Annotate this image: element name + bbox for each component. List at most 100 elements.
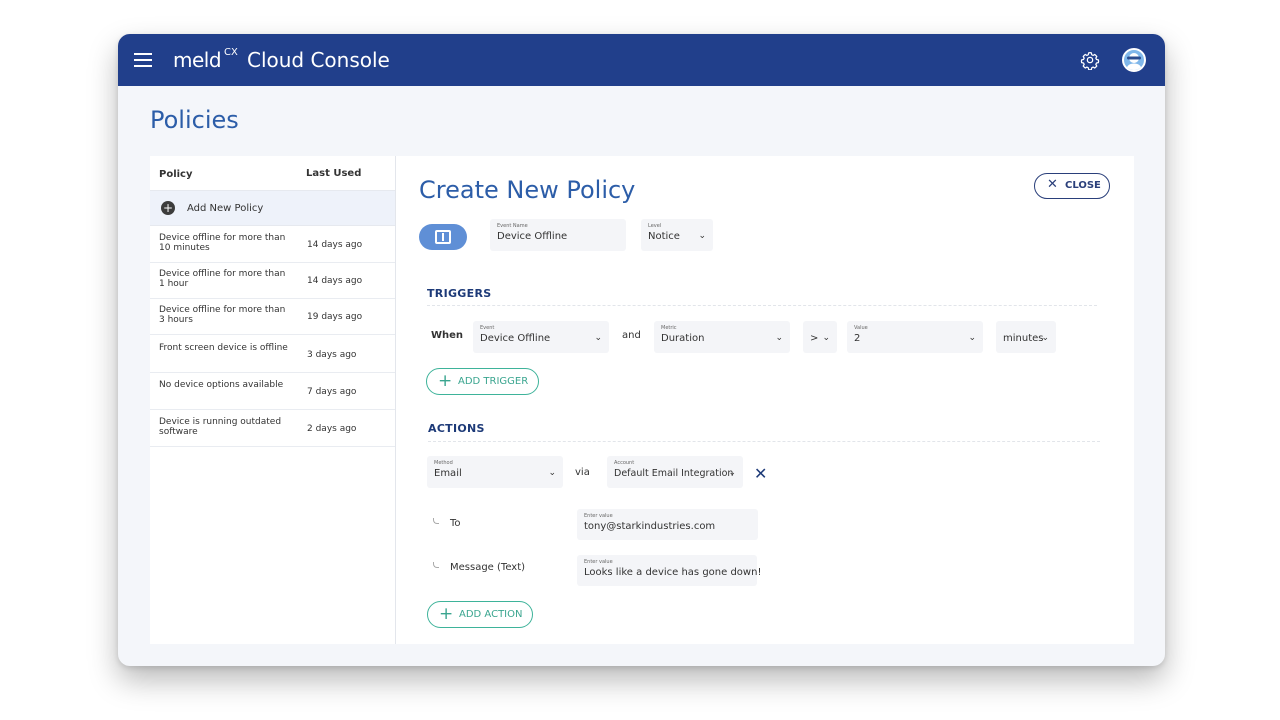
chevron-down-icon: ⌄ <box>728 468 736 478</box>
via-label: via <box>575 467 590 478</box>
to-label: To <box>450 518 461 529</box>
policy-list: Policy Last Used + Add New Policy Device… <box>150 156 396 644</box>
app-window: meld CX Cloud Console Policies Policy Las… <box>118 34 1165 666</box>
policy-name: Device is running outdated software <box>159 417 282 437</box>
action-method-value: Email <box>434 468 462 479</box>
chevron-down-icon: ⌄ <box>698 231 706 241</box>
trigger-value-value: 2 <box>854 333 861 344</box>
policy-list-header: Policy Last Used <box>150 156 395 191</box>
message-field[interactable]: Enter value Looks like a device has gone… <box>577 555 761 586</box>
action-method-select[interactable]: Method Email ⌄ <box>427 456 563 488</box>
message-label: Message (Text) <box>450 562 526 573</box>
brand-logo-superscript: CX <box>224 47 238 58</box>
chevron-down-icon: ⌄ <box>775 333 783 343</box>
chevron-down-icon: ⌄ <box>822 333 830 343</box>
list-item[interactable]: Device offline for more than 10 minutes … <box>150 227 395 263</box>
trigger-metric-select[interactable]: Metric Duration ⌄ <box>654 321 790 353</box>
policy-last-used: 3 days ago <box>307 350 357 360</box>
trigger-value-label: Value <box>854 325 868 331</box>
action-account-value: Default Email Integration <box>614 468 734 479</box>
trigger-metric-value: Duration <box>661 333 705 344</box>
when-label: When <box>431 330 464 341</box>
actions-heading: ACTIONS <box>428 422 485 435</box>
user-face-icon <box>1126 53 1142 70</box>
list-item[interactable]: Device offline for more than 3 hours 19 … <box>150 299 395 335</box>
actions-divider <box>428 441 1100 442</box>
message-field-label: Enter value <box>584 559 613 565</box>
plus-icon: + <box>439 604 454 624</box>
to-field-value: tony@starkindustries.com <box>584 521 716 532</box>
add-trigger-label: ADD TRIGGER <box>458 376 529 387</box>
policy-name: Device offline for more than 1 hour <box>159 269 286 289</box>
close-label: CLOSE <box>1065 180 1101 191</box>
brand-logo: meld <box>173 48 222 72</box>
brand: meld CX Cloud Console <box>173 47 390 73</box>
top-bar: meld CX Cloud Console <box>118 34 1165 86</box>
policy-last-used: 7 days ago <box>307 387 357 397</box>
list-item[interactable]: Device offline for more than 1 hour 14 d… <box>150 263 395 299</box>
trigger-unit-value: minutes <box>1003 333 1044 344</box>
policy-name: Front screen device is offline <box>159 343 288 353</box>
hamburger-icon[interactable] <box>134 53 152 67</box>
trigger-event-select[interactable]: Event Device Offline ⌄ <box>473 321 609 353</box>
add-action-button[interactable]: + ADD ACTION <box>427 601 533 628</box>
list-item[interactable]: No device options available 7 days ago <box>150 374 395 410</box>
chevron-down-icon: ⌄ <box>548 468 556 478</box>
event-type-icon <box>435 230 451 244</box>
event-name-value: Device Offline <box>497 231 568 242</box>
action-account-label: Account <box>614 460 635 466</box>
policy-last-used: 2 days ago <box>307 424 357 434</box>
trigger-event-label: Event <box>480 325 495 331</box>
avatar[interactable] <box>1122 48 1146 72</box>
and-label: and <box>622 330 641 341</box>
policy-last-used: 14 days ago <box>307 276 363 286</box>
add-trigger-button[interactable]: + ADD TRIGGER <box>426 368 539 395</box>
chevron-down-icon: ⌄ <box>594 333 602 343</box>
page-title: Policies <box>150 106 239 134</box>
chevron-down-icon: ⌄ <box>968 333 976 343</box>
child-connector-icon <box>433 562 439 568</box>
policy-last-used: 19 days ago <box>307 312 363 322</box>
column-policy[interactable]: Policy <box>159 169 193 180</box>
level-select[interactable]: Level Notice ⌄ <box>641 219 713 251</box>
list-item[interactable]: Device is running outdated software 2 da… <box>150 411 395 447</box>
add-new-policy-label: Add New Policy <box>187 203 264 214</box>
add-new-policy-button[interactable]: + Add New Policy <box>150 191 395 226</box>
event-name-label: Event Name <box>497 223 528 229</box>
policy-name: No device options available <box>159 380 284 390</box>
column-last-used[interactable]: Last Used <box>306 168 361 179</box>
action-account-select[interactable]: Account Default Email Integration ⌄ <box>607 456 743 488</box>
trigger-operator-select[interactable]: > ⌄ <box>803 321 837 353</box>
event-type-button[interactable] <box>419 224 467 250</box>
to-field[interactable]: Enter value tony@starkindustries.com <box>577 509 758 540</box>
list-item[interactable]: Front screen device is offline 3 days ag… <box>150 337 395 373</box>
add-action-label: ADD ACTION <box>459 609 523 620</box>
chevron-down-icon: ⌄ <box>1041 333 1049 343</box>
action-method-label: Method <box>434 460 453 466</box>
app-title: Cloud Console <box>246 48 390 72</box>
plus-icon: + <box>438 371 453 391</box>
triggers-heading: TRIGGERS <box>427 287 492 300</box>
close-icon: ✕ <box>1047 177 1058 192</box>
child-connector-icon <box>433 518 439 524</box>
trigger-unit-select[interactable]: minutes ⌄ <box>996 321 1056 353</box>
message-field-value: Looks like a device has gone down! <box>584 567 762 578</box>
trigger-value-select[interactable]: Value 2 ⌄ <box>847 321 983 353</box>
policy-last-used: 14 days ago <box>307 240 363 250</box>
close-button[interactable]: ✕ CLOSE <box>1034 173 1110 199</box>
editor-title: Create New Policy <box>419 176 636 204</box>
level-value: Notice <box>648 231 680 242</box>
policy-editor: Create New Policy ✕ CLOSE Event Name Dev… <box>396 156 1134 644</box>
policy-name: Device offline for more than 3 hours <box>159 305 286 325</box>
triggers-divider <box>427 305 1097 306</box>
plus-icon: + <box>161 201 175 215</box>
trigger-event-value: Device Offline <box>480 333 551 344</box>
trigger-operator-value: > <box>810 333 819 344</box>
gear-icon[interactable] <box>1080 50 1100 70</box>
to-field-label: Enter value <box>584 513 613 519</box>
level-label: Level <box>648 223 662 229</box>
x-icon[interactable]: ✕ <box>754 466 767 482</box>
trigger-metric-label: Metric <box>661 325 677 331</box>
policy-name: Device offline for more than 10 minutes <box>159 233 286 253</box>
event-name-field[interactable]: Event Name Device Offline <box>490 219 626 251</box>
